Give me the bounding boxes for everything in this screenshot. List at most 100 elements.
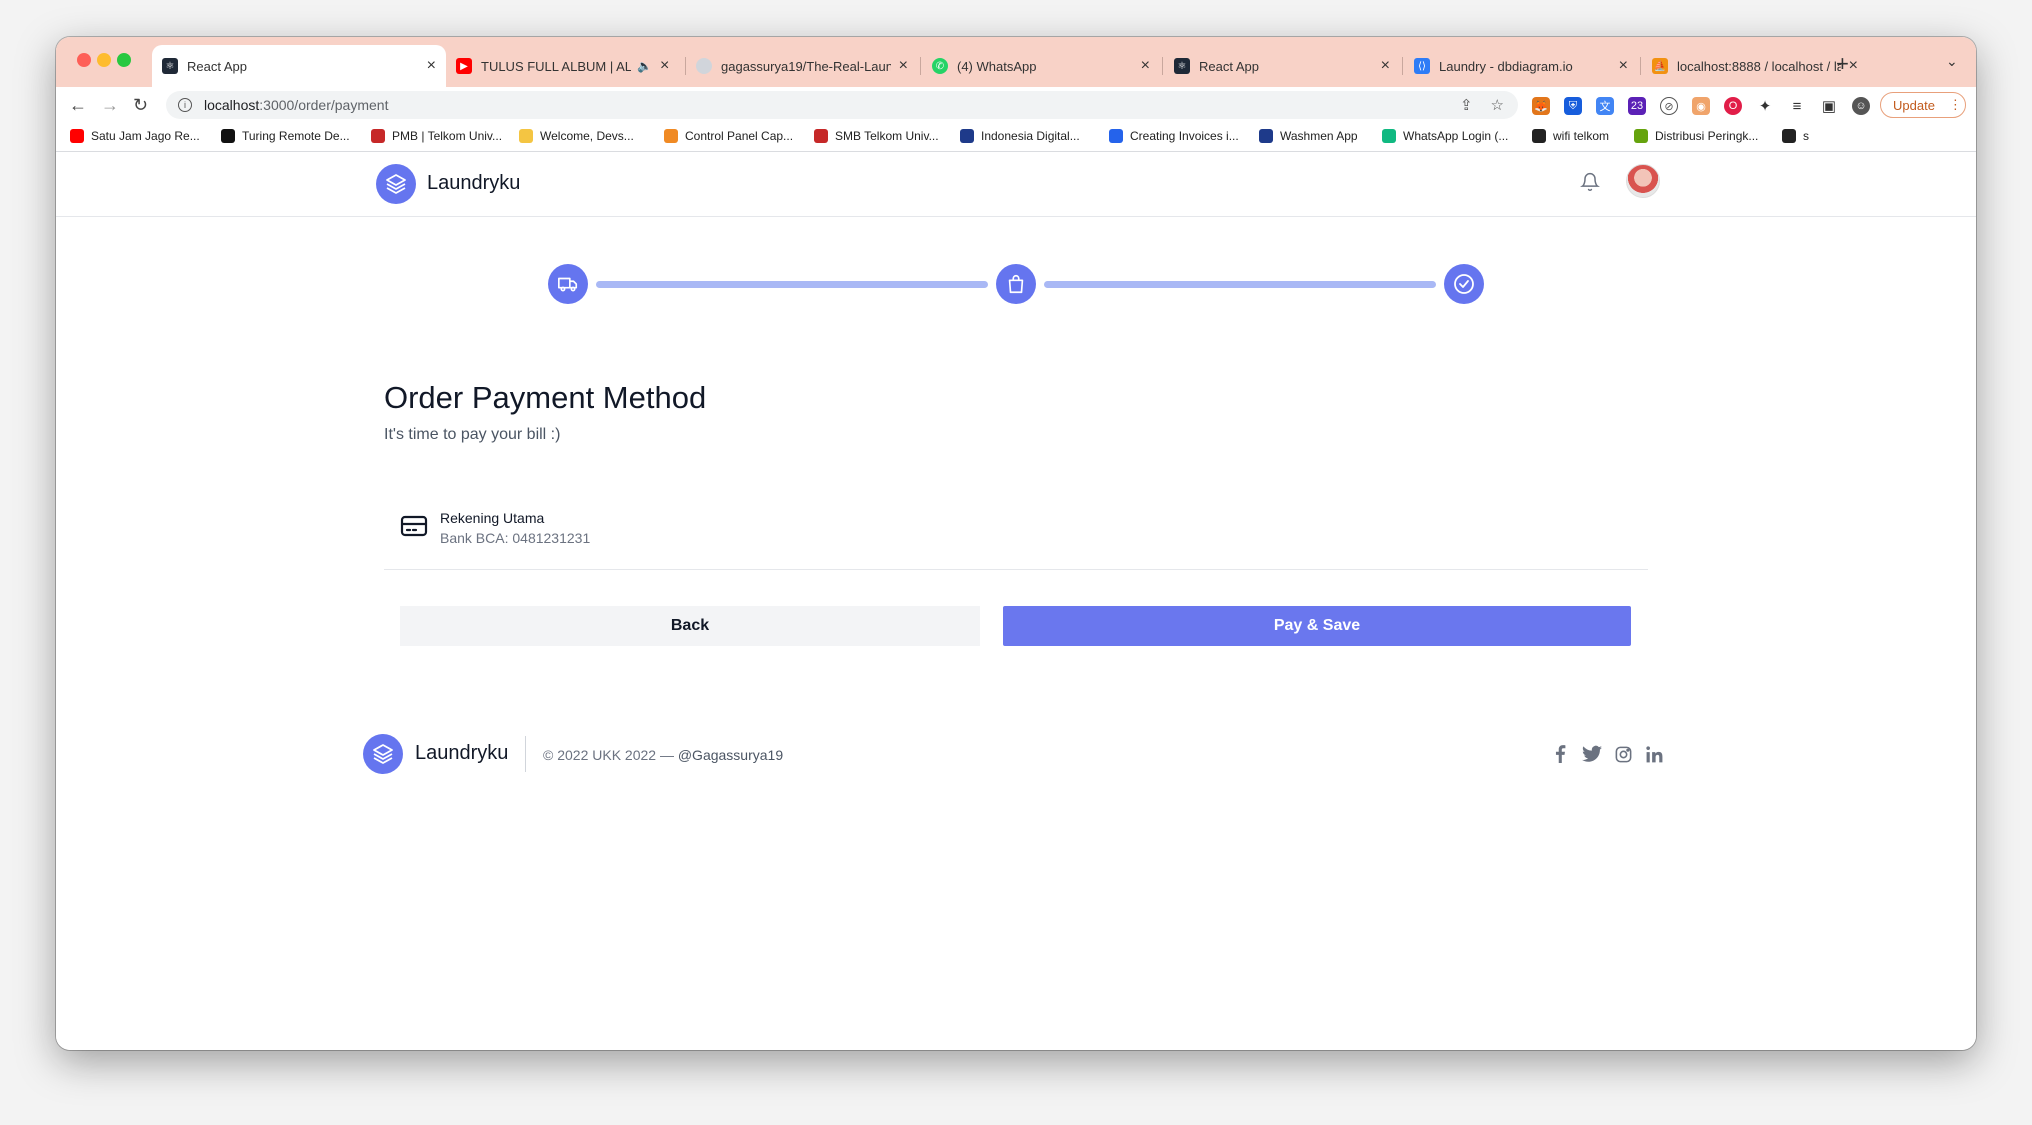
opera-icon[interactable]: O <box>1724 97 1742 115</box>
bell-icon[interactable] <box>1580 171 1600 198</box>
telkom-icon <box>814 129 828 143</box>
w-icon <box>1382 129 1396 143</box>
reload-icon[interactable]: ↻ <box>133 95 148 116</box>
author-link[interactable]: @Gagassurya19 <box>678 747 783 763</box>
puzzle-icon[interactable]: ✦ <box>1756 97 1774 115</box>
block-icon[interactable]: ⊘ <box>1660 97 1678 115</box>
linkedin-icon[interactable] <box>1645 745 1664 769</box>
tab-github[interactable]: gagassurya19/The-Real-Laundry × <box>686 45 918 87</box>
tab-whatsapp[interactable]: ✆ (4) WhatsApp × <box>922 45 1160 87</box>
pay-and-save-button[interactable]: Pay & Save <box>1003 606 1631 646</box>
close-window-button[interactable] <box>77 53 91 67</box>
bookmark-item[interactable]: Turing Remote De... <box>221 129 350 143</box>
bookmark-item[interactable]: Welcome, Devs... <box>519 129 634 143</box>
bookmark-label: Creating Invoices i... <box>1130 129 1239 143</box>
washmen-icon <box>1259 129 1273 143</box>
close-icon[interactable]: × <box>427 57 436 75</box>
avatar[interactable] <box>1626 164 1660 198</box>
leaf-icon <box>1634 129 1648 143</box>
maximize-window-button[interactable] <box>117 53 131 67</box>
tab-react-app[interactable]: ⚛ React App × <box>152 45 446 87</box>
instagram-icon[interactable] <box>1614 745 1633 769</box>
cpanel-icon <box>664 129 678 143</box>
close-icon[interactable]: × <box>899 57 908 75</box>
step-connector <box>1044 281 1436 288</box>
logo-icon[interactable] <box>376 164 416 204</box>
close-icon[interactable]: × <box>1619 57 1628 75</box>
payment-method-item[interactable]: Rekening Utama Bank BCA: 0481231231 <box>384 492 1648 570</box>
react-icon: ⚛ <box>162 58 178 74</box>
footer-brand-name[interactable]: Laundryku <box>415 742 508 765</box>
tab-react-app-2[interactable]: ⚛ React App × <box>1164 45 1400 87</box>
truck-icon <box>548 264 588 304</box>
back-button[interactable]: Back <box>400 606 980 646</box>
payment-method-detail: Bank BCA: 0481231231 <box>440 530 591 546</box>
extension-badge-icon[interactable]: 23 <box>1628 97 1646 115</box>
youtube-icon: ▶ <box>456 58 472 74</box>
wave-icon <box>519 129 533 143</box>
close-icon[interactable]: × <box>1141 57 1150 75</box>
address-bar[interactable]: i localhost:3000/order/payment ⇪ ☆ <box>166 91 1518 119</box>
youtube-icon <box>70 129 84 143</box>
close-icon[interactable]: × <box>660 57 669 75</box>
speaker-icon[interactable]: 🔈 <box>637 59 652 73</box>
forward-arrow-icon[interactable]: → <box>101 95 119 116</box>
brand-name[interactable]: Laundryku <box>427 172 520 195</box>
facebook-icon[interactable] <box>1554 745 1566 768</box>
bookmark-item[interactable]: Satu Jam Jago Re... <box>70 129 200 143</box>
bookmark-item[interactable]: PMB | Telkom Univ... <box>371 129 502 143</box>
info-icon[interactable]: i <box>178 98 192 112</box>
whatsapp-icon: ✆ <box>932 58 948 74</box>
bookmark-item[interactable]: Washmen App <box>1259 129 1358 143</box>
bitwarden-icon[interactable]: ⛨ <box>1564 97 1582 115</box>
bookmark-item[interactable]: Indonesia Digital... <box>960 129 1080 143</box>
profile-icon[interactable]: ☺ <box>1852 97 1870 115</box>
more-vertical-icon: ⋮ <box>1948 97 1962 112</box>
bookmark-item[interactable]: Distribusi Peringk... <box>1634 129 1758 143</box>
bookmark-item[interactable]: Control Panel Cap... <box>664 129 793 143</box>
tab-youtube[interactable]: ▶ TULUS FULL ALBUM | ALBUM 🔈 × <box>446 45 684 87</box>
new-tab-button[interactable]: + <box>1836 51 1849 77</box>
share-icon[interactable]: ⇪ <box>1460 96 1473 114</box>
minimize-window-button[interactable] <box>97 53 111 67</box>
bookmark-label: Indonesia Digital... <box>981 129 1080 143</box>
url-text: localhost:3000/order/payment <box>204 97 389 113</box>
bookmark-label: Welcome, Devs... <box>540 129 634 143</box>
metamask-icon[interactable]: 🦊 <box>1532 97 1550 115</box>
bookmarks-bar: Satu Jam Jago Re... Turing Remote De... PM… <box>56 125 1976 152</box>
bookmark-label: Distribusi Peringk... <box>1655 129 1759 143</box>
extension-icon[interactable]: ◉ <box>1692 97 1710 115</box>
footer-divider <box>525 736 526 772</box>
bookmark-item[interactable]: Creating Invoices i... <box>1109 129 1239 143</box>
bookmark-item[interactable]: s <box>1782 129 1809 143</box>
app-header: Laundryku <box>56 152 1976 217</box>
globe-icon <box>1532 129 1546 143</box>
step-connector <box>596 281 988 288</box>
bookmark-item[interactable]: SMB Telkom Univ... <box>814 129 939 143</box>
bookmark-label: Control Panel Cap... <box>685 129 794 143</box>
footer-logo-icon[interactable] <box>363 734 403 774</box>
bookmark-label: WhatsApp Login (... <box>1403 129 1509 143</box>
tab-dbdiagram[interactable]: ⟨⟩ Laundry - dbdiagram.io × <box>1404 45 1638 87</box>
reading-list-icon[interactable]: ≡ <box>1788 97 1806 115</box>
close-icon[interactable]: × <box>1849 57 1858 75</box>
bookmark-item[interactable]: wifi telkom <box>1532 129 1609 143</box>
update-button[interactable]: Update ⋮ <box>1880 92 1966 118</box>
back-arrow-icon[interactable]: ← <box>69 95 87 116</box>
bookmark-label: s <box>1803 129 1809 143</box>
tab-search-chevron-icon[interactable]: ⌄ <box>1946 53 1958 70</box>
side-panel-icon[interactable]: ▣ <box>1820 97 1838 115</box>
tab-phpmyadmin[interactable]: ⛵ localhost:8888 / localhost / laundry × <box>1642 45 1868 87</box>
telkom-icon <box>371 129 385 143</box>
close-icon[interactable]: × <box>1381 57 1390 75</box>
idt-icon <box>960 129 974 143</box>
tab-strip: ⚛ React App × ▶ TULUS FULL ALBUM | ALBUM… <box>56 37 1976 87</box>
github-icon <box>696 58 712 74</box>
bookmark-label: wifi telkom <box>1553 129 1610 143</box>
translate-icon[interactable]: 文 <box>1596 97 1614 115</box>
bookmark-item[interactable]: WhatsApp Login (... <box>1382 129 1508 143</box>
bookmark-label: Satu Jam Jago Re... <box>91 129 200 143</box>
bookmark-label: Turing Remote De... <box>242 129 350 143</box>
twitter-icon[interactable] <box>1582 745 1602 768</box>
bookmark-star-icon[interactable]: ☆ <box>1491 96 1504 114</box>
